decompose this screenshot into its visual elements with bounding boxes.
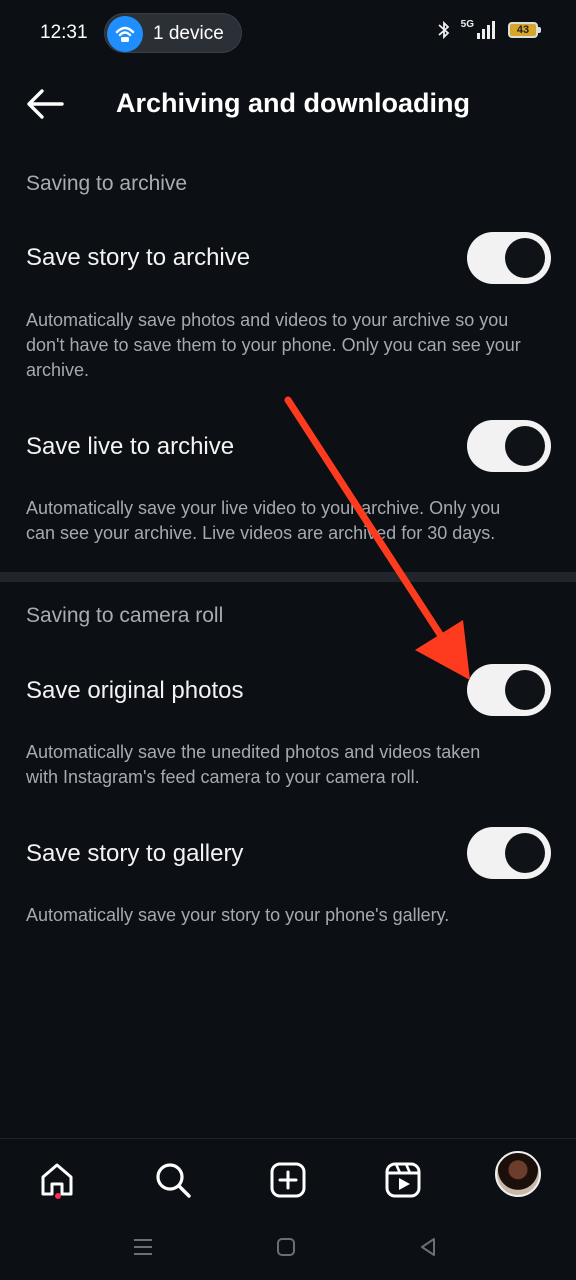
- triangle-back-icon: [421, 1238, 435, 1256]
- toggle-knob: [505, 833, 545, 873]
- description-line: can see your archive. Live videos are ar…: [26, 523, 496, 543]
- hotspot-icon: [107, 16, 143, 52]
- battery-icon: 43: [508, 22, 541, 38]
- row-description-save-story-archive: Automatically save photos and videos to …: [26, 308, 556, 383]
- toggle-save-original-photos[interactable]: [467, 664, 551, 716]
- system-nav-bar: [0, 1218, 576, 1280]
- description-line: Automatically save your story to your ph…: [26, 905, 450, 925]
- profile-avatar[interactable]: [495, 1151, 541, 1197]
- row-description-save-story-gallery: Automatically save your story to your ph…: [26, 903, 556, 928]
- status-time: 12:31: [40, 22, 88, 43]
- status-bar: 12:31 1 device 5G 43: [0, 0, 576, 66]
- signal-icon: [477, 21, 495, 39]
- section-divider: [0, 572, 576, 582]
- toggle-knob: [505, 670, 545, 710]
- row-label-save-original-photos: Save original photos: [26, 677, 244, 704]
- description-line: with Instagram's feed camera to your cam…: [26, 767, 420, 787]
- page-title: Archiving and downloading: [116, 88, 470, 118]
- device-pill-label: 1 device: [153, 23, 224, 44]
- description-line: Automatically save your live video to yo…: [26, 498, 501, 518]
- back-system-button[interactable]: [413, 1232, 443, 1262]
- nav-search[interactable]: [150, 1157, 196, 1203]
- recents-button[interactable]: [128, 1232, 158, 1262]
- create-icon: [270, 1162, 306, 1198]
- toggle-save-story-gallery[interactable]: [467, 827, 551, 879]
- row-label-save-story-archive: Save story to archive: [26, 244, 251, 271]
- section-label-camera-roll: Saving to camera roll: [26, 604, 224, 627]
- header: Archiving and downloading: [0, 70, 576, 138]
- row-label-save-live-archive: Save live to archive: [26, 433, 235, 460]
- toggle-knob: [505, 238, 545, 278]
- back-arrow-icon: [27, 89, 64, 119]
- toggle-save-live-archive[interactable]: [467, 420, 551, 472]
- description-line: archive.: [26, 360, 90, 380]
- home-button[interactable]: [271, 1232, 301, 1262]
- battery-level: 43: [516, 24, 530, 36]
- toggle-save-story-archive[interactable]: [467, 232, 551, 284]
- row-description-save-live-archive: Automatically save your live video to yo…: [26, 496, 556, 546]
- description-line: Automatically save the unedited photos a…: [26, 742, 481, 762]
- status-indicators: 5G 43: [437, 18, 541, 40]
- device-pill[interactable]: 1 device: [104, 13, 242, 53]
- nav-create[interactable]: [265, 1157, 311, 1203]
- reels-icon: [385, 1162, 421, 1198]
- row-description-save-original-photos: Automatically save the unedited photos a…: [26, 740, 556, 790]
- back-button[interactable]: [22, 84, 68, 124]
- description-line: Automatically save photos and videos to …: [26, 310, 509, 330]
- square-icon: [277, 1238, 295, 1256]
- bluetooth-icon: [438, 20, 449, 40]
- search-icon: [156, 1163, 191, 1198]
- row-label-save-story-gallery: Save story to gallery: [26, 840, 244, 867]
- description-line: don't have to save them to your phone. O…: [26, 335, 521, 355]
- bottom-nav: [0, 1138, 576, 1219]
- section-label-archive: Saving to archive: [26, 172, 188, 195]
- nav-reels[interactable]: [380, 1157, 426, 1203]
- menu-icon: [134, 1239, 152, 1255]
- network-type: 5G: [460, 18, 474, 30]
- toggle-knob: [505, 426, 545, 466]
- notification-dot: [55, 1193, 61, 1199]
